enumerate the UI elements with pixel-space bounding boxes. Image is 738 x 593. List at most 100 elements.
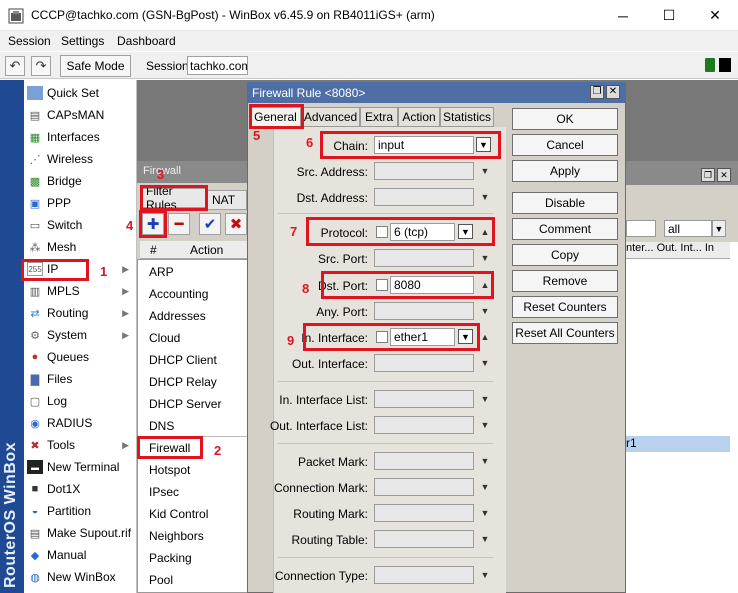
menu-bar bbox=[0, 31, 738, 51]
src-address-input[interactable] bbox=[374, 162, 474, 180]
close-button[interactable]: ✕ bbox=[692, 0, 738, 31]
minimize-button[interactable]: ─ bbox=[600, 0, 646, 31]
tab-extra[interactable]: Extra bbox=[360, 107, 398, 127]
sidebar-item-partition[interactable]: ◒ Partition bbox=[24, 500, 137, 522]
submenu-addresses[interactable]: Addresses bbox=[149, 309, 206, 323]
chevron-down-icon[interactable]: ▼ bbox=[478, 532, 492, 546]
sidebar-item-ppp[interactable]: ▣ PPP bbox=[24, 192, 137, 214]
comment-button[interactable]: Comment bbox=[512, 218, 618, 240]
sidebar-item-queues[interactable]: ● Queues bbox=[24, 346, 137, 368]
redo-button[interactable]: ↷ bbox=[31, 56, 51, 76]
chevron-down-icon[interactable]: ▼ bbox=[712, 220, 726, 237]
firewall-close-button[interactable]: ✕ bbox=[717, 168, 731, 182]
sidebar-item-new-terminal[interactable]: ▬ New Terminal bbox=[24, 456, 137, 478]
remove-rule-button[interactable]: ━ bbox=[168, 213, 190, 235]
src-port-input[interactable] bbox=[374, 249, 474, 267]
routing-table-input[interactable] bbox=[374, 530, 474, 548]
reset-counters-button[interactable]: Reset Counters bbox=[512, 296, 618, 318]
sidebar-item-new-winbox[interactable]: ◍ New WinBox bbox=[24, 566, 137, 588]
submenu-neighbors[interactable]: Neighbors bbox=[149, 529, 204, 543]
chevron-down-icon[interactable]: ▼ bbox=[478, 164, 492, 178]
connection-mark-input[interactable] bbox=[374, 478, 474, 496]
ok-button[interactable]: OK bbox=[512, 108, 618, 130]
sidebar-item-interfaces[interactable]: ▦ Interfaces bbox=[24, 126, 137, 148]
safe-mode-button[interactable]: Safe Mode bbox=[60, 55, 131, 77]
submenu-arp[interactable]: ARP bbox=[149, 265, 174, 279]
submenu-dhcp-client[interactable]: DHCP Client bbox=[149, 353, 217, 367]
sidebar-item-tools[interactable]: ✖ Tools ▶ bbox=[24, 434, 137, 456]
maximize-button[interactable]: ☐ bbox=[646, 0, 692, 31]
firewall-selected-row[interactable]: r1 bbox=[626, 436, 730, 452]
dst-address-label: Dst. Address: bbox=[296, 191, 368, 205]
enable-rule-button[interactable]: ✔ bbox=[199, 213, 221, 235]
apply-button[interactable]: Apply bbox=[512, 160, 618, 182]
chevron-down-icon[interactable]: ▼ bbox=[478, 356, 492, 370]
in-interface-list-input[interactable] bbox=[374, 390, 474, 408]
chevron-down-icon[interactable]: ▼ bbox=[478, 304, 492, 318]
sidebar-item-mesh[interactable]: ⁂ Mesh bbox=[24, 236, 137, 258]
sidebar-item-make-supout[interactable]: ▤ Make Supout.rif bbox=[24, 522, 137, 544]
submenu-dhcp-relay[interactable]: DHCP Relay bbox=[149, 375, 217, 389]
menu-session[interactable]: Session bbox=[8, 34, 51, 48]
submenu-hotspot[interactable]: Hotspot bbox=[149, 463, 190, 477]
column-number[interactable]: # bbox=[150, 243, 157, 257]
submenu-dns[interactable]: DNS bbox=[149, 419, 174, 433]
sidebar-item-capsman[interactable]: ▤ CAPsMAN bbox=[24, 104, 137, 126]
any-port-input[interactable] bbox=[374, 302, 474, 320]
submenu-kid-control[interactable]: Kid Control bbox=[149, 507, 208, 521]
chevron-down-icon[interactable]: ▼ bbox=[478, 251, 492, 265]
session-input[interactable]: tachko.com bbox=[187, 56, 248, 75]
submenu-dhcp-server[interactable]: DHCP Server bbox=[149, 397, 221, 411]
sidebar-item-routing[interactable]: ⇄ Routing ▶ bbox=[24, 302, 137, 324]
rule-close-button[interactable]: ✕ bbox=[606, 85, 620, 99]
submenu-packing[interactable]: Packing bbox=[149, 551, 192, 565]
remove-button[interactable]: Remove bbox=[512, 270, 618, 292]
disable-rule-button[interactable]: ✖ bbox=[225, 213, 247, 235]
sidebar-item-dot1x[interactable]: ■ Dot1X bbox=[24, 478, 137, 500]
sidebar-item-wireless[interactable]: ⋰ Wireless bbox=[24, 148, 137, 170]
firewall-filter-select[interactable]: all bbox=[664, 220, 712, 237]
chevron-up-icon[interactable]: ▲ bbox=[478, 330, 492, 344]
chevron-down-icon[interactable]: ▼ bbox=[478, 506, 492, 520]
connection-type-input[interactable] bbox=[374, 566, 474, 584]
copy-button[interactable]: Copy bbox=[512, 244, 618, 266]
submenu-ipsec[interactable]: IPsec bbox=[149, 485, 179, 499]
chevron-down-icon[interactable]: ▼ bbox=[478, 392, 492, 406]
submenu-accounting[interactable]: Accounting bbox=[149, 287, 208, 301]
firewall-find-input[interactable] bbox=[626, 220, 656, 237]
undo-button[interactable]: ↶ bbox=[5, 56, 25, 76]
submenu-cloud[interactable]: Cloud bbox=[149, 331, 180, 345]
sidebar-item-switch[interactable]: ▭ Switch bbox=[24, 214, 137, 236]
tab-action[interactable]: Action bbox=[398, 107, 440, 127]
chevron-down-icon[interactable]: ▼ bbox=[478, 454, 492, 468]
chevron-down-icon[interactable]: ▼ bbox=[478, 418, 492, 432]
disable-button[interactable]: Disable bbox=[512, 192, 618, 214]
firewall-restore-button[interactable]: ❐ bbox=[701, 168, 715, 182]
sidebar-item-radius[interactable]: ◉ RADIUS bbox=[24, 412, 137, 434]
column-action[interactable]: Action bbox=[190, 243, 223, 257]
sidebar-item-bridge[interactable]: ▩ Bridge bbox=[24, 170, 137, 192]
chevron-down-icon[interactable]: ▼ bbox=[478, 568, 492, 582]
routing-mark-input[interactable] bbox=[374, 504, 474, 522]
sidebar-item-quick-set[interactable]: Quick Set bbox=[24, 82, 137, 104]
cancel-button[interactable]: Cancel bbox=[512, 134, 618, 156]
tab-statistics[interactable]: Statistics bbox=[440, 107, 494, 127]
menu-dashboard[interactable]: Dashboard bbox=[117, 34, 176, 48]
chevron-down-icon[interactable]: ▼ bbox=[478, 480, 492, 494]
submenu-pool[interactable]: Pool bbox=[149, 573, 173, 587]
packet-mark-input[interactable] bbox=[374, 452, 474, 470]
dst-address-input[interactable] bbox=[374, 188, 474, 206]
tab-nat[interactable]: NAT bbox=[207, 190, 247, 210]
out-interface-list-input[interactable] bbox=[374, 416, 474, 434]
chevron-down-icon[interactable]: ▼ bbox=[478, 190, 492, 204]
sidebar-item-system[interactable]: ⚙ System ▶ bbox=[24, 324, 137, 346]
sidebar-item-files[interactable]: ▇ Files bbox=[24, 368, 137, 390]
rule-restore-button[interactable]: ❐ bbox=[590, 85, 604, 99]
menu-settings[interactable]: Settings bbox=[61, 34, 104, 48]
sidebar-item-log[interactable]: ▢ Log bbox=[24, 390, 137, 412]
tab-advanced[interactable]: Advanced bbox=[301, 107, 360, 127]
sidebar-item-mpls[interactable]: ▥ MPLS ▶ bbox=[24, 280, 137, 302]
sidebar-item-manual[interactable]: ◆ Manual bbox=[24, 544, 137, 566]
out-interface-input[interactable] bbox=[374, 354, 474, 372]
reset-all-counters-button[interactable]: Reset All Counters bbox=[512, 322, 618, 344]
